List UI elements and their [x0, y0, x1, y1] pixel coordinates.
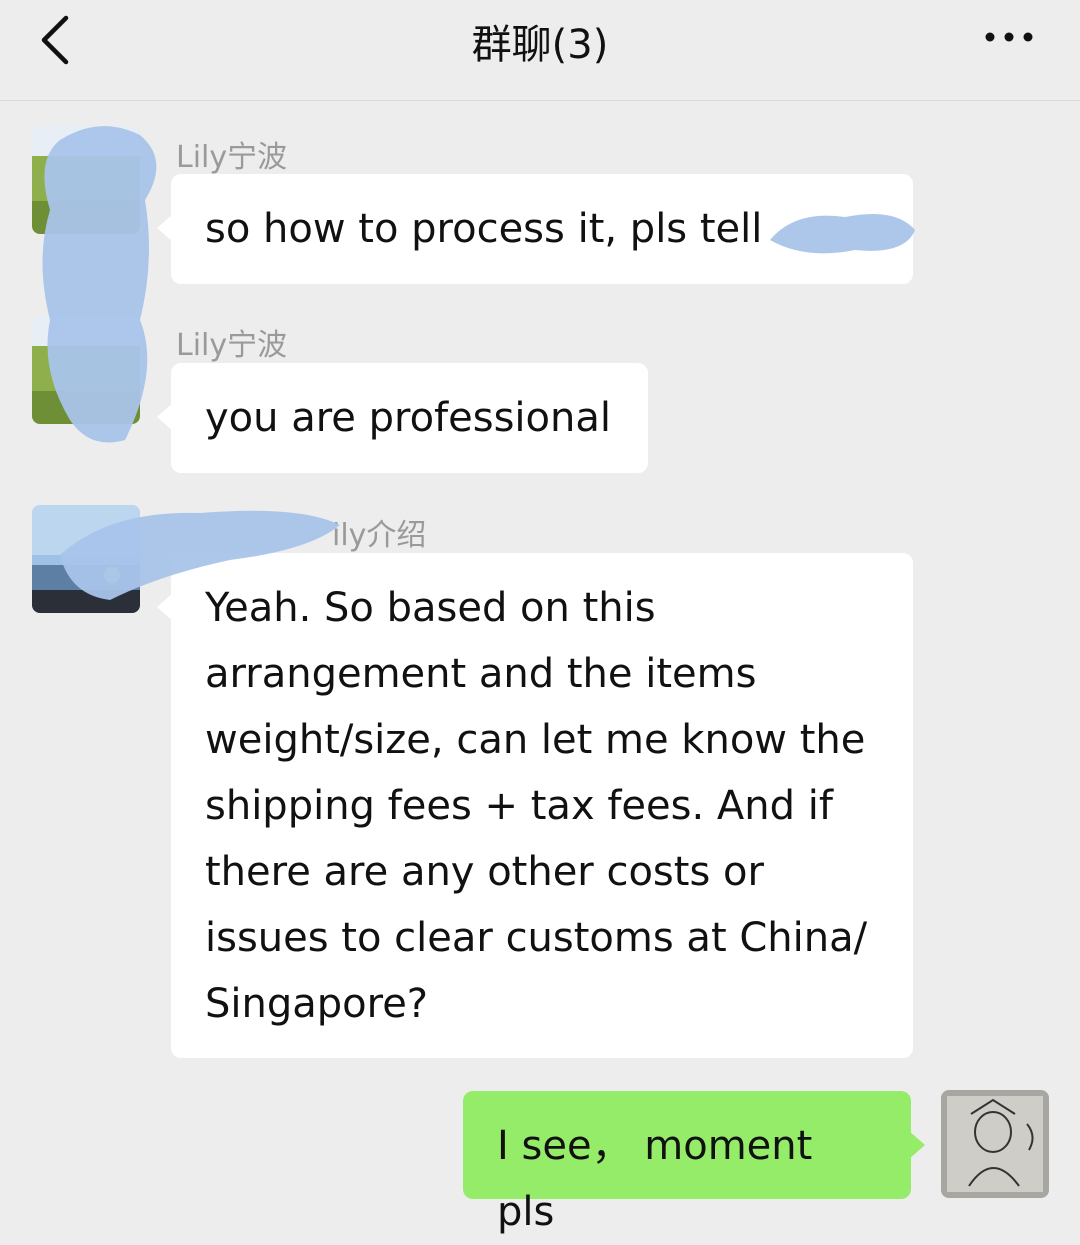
avatar-lily[interactable]	[32, 126, 140, 234]
more-options-button[interactable]	[980, 22, 1040, 52]
avatar-contact[interactable]	[32, 505, 140, 613]
avatar-self[interactable]	[941, 1090, 1049, 1198]
message-text: so how to process it, pls tell	[205, 206, 763, 252]
sender-name: ily介绍	[332, 518, 427, 553]
message-bubble-outgoing[interactable]: I see， moment pls	[463, 1091, 925, 1235]
message-bubble[interactable]: Yeah. So based on this arrangement and t…	[157, 553, 913, 1058]
message-bubble[interactable]: so how to process it, pls tell	[157, 174, 913, 284]
message-text: Yeah. So based on this arrangement and t…	[205, 585, 868, 1027]
avatar-lily[interactable]	[32, 316, 140, 424]
sender-name: Lily宁波	[176, 140, 288, 175]
message-bubble[interactable]: you are professional	[157, 363, 648, 473]
message-text: you are professional	[205, 395, 611, 441]
message-text: I see， moment pls	[497, 1123, 813, 1235]
chat-header: 群聊(3)	[0, 0, 1080, 101]
sender-name: Lily宁波	[176, 328, 288, 363]
more-dots-icon	[985, 32, 1033, 42]
chat-title: 群聊(3)	[471, 22, 609, 68]
